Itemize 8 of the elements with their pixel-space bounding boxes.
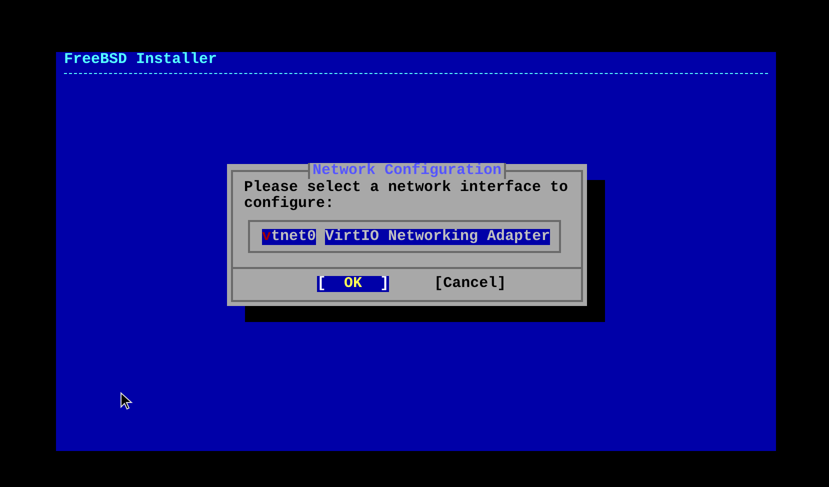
interface-description[interactable]: VirtIO Networking Adapter: [325, 229, 550, 245]
dialog-prompt: Please select a network interface to configure:: [244, 180, 570, 212]
installer-title: FreeBSD Installer: [64, 51, 218, 68]
mouse-pointer-icon: [120, 392, 133, 410]
dialog-title: Network Configuration: [308, 163, 506, 179]
dialog-button[interactable]: [Cancel]: [434, 276, 506, 292]
dialog-button[interactable]: [ OK ]: [317, 276, 390, 292]
interface-name[interactable]: vtnet0: [262, 229, 316, 245]
